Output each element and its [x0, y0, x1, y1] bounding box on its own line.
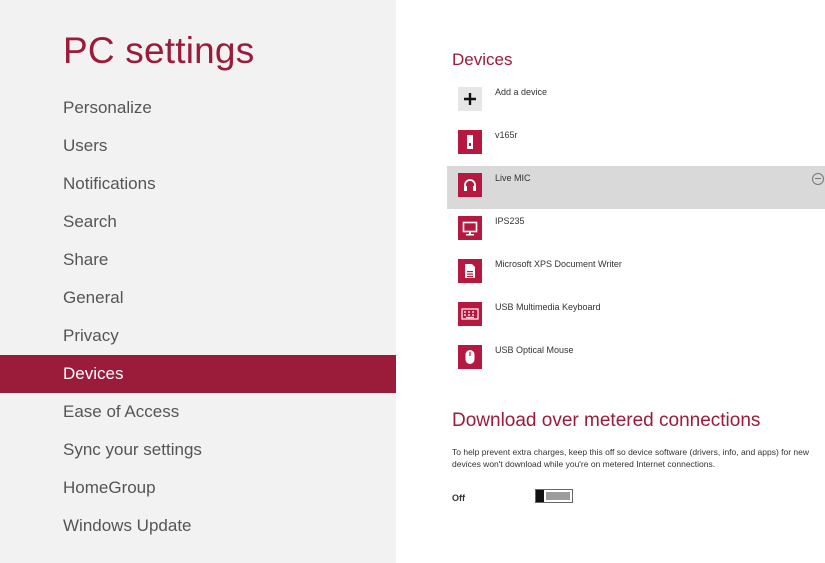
device-label: Live MIC	[495, 173, 531, 183]
metered-toggle-label: Off	[452, 493, 465, 503]
settings-nav-list: Personalize Users Notifications Search S…	[0, 89, 396, 545]
nav-item-privacy[interactable]: Privacy	[0, 317, 396, 355]
devices-section-title: Devices	[452, 50, 513, 69]
device-label: Add a device	[495, 87, 548, 97]
device-item-usb-mouse[interactable]: USB Optical Mouse	[452, 338, 825, 381]
nav-item-users[interactable]: Users	[0, 127, 396, 165]
nav-item-sync-settings[interactable]: Sync your settings	[0, 431, 396, 469]
nav-item-windows-update[interactable]: Windows Update	[0, 507, 396, 545]
nav-item-homegroup[interactable]: HomeGroup	[0, 469, 396, 507]
metered-download-toggle[interactable]	[535, 489, 573, 503]
plus-icon	[458, 87, 482, 111]
mouse-icon	[458, 345, 482, 369]
remove-device-icon[interactable]	[812, 173, 824, 185]
settings-nav-pane: PC settings Personalize Users Notificati…	[0, 0, 396, 563]
device-item-xps-writer[interactable]: Microsoft XPS Document Writer	[452, 252, 825, 295]
device-item-live-mic[interactable]: Live MIC	[447, 166, 825, 209]
keyboard-icon	[458, 302, 482, 326]
device-label: USB Optical Mouse	[495, 345, 574, 355]
nav-item-notifications[interactable]: Notifications	[0, 165, 396, 203]
metered-section-title: Download over metered connections	[452, 410, 761, 431]
monitor-icon	[458, 216, 482, 240]
headset-icon	[458, 173, 482, 197]
device-item-usb-keyboard[interactable]: USB Multimedia Keyboard	[452, 295, 825, 338]
device-list: Add a device v165r Live MIC IPS235 Micro…	[447, 80, 825, 381]
toggle-thumb[interactable]	[536, 490, 544, 502]
nav-item-personalize[interactable]: Personalize	[0, 89, 396, 127]
nav-item-devices[interactable]: Devices	[0, 355, 396, 393]
metered-description: To help prevent extra charges, keep this…	[452, 447, 810, 469]
device-item-ips235[interactable]: IPS235	[452, 209, 825, 252]
add-device-button[interactable]: Add a device	[452, 80, 825, 123]
device-label: USB Multimedia Keyboard	[495, 302, 601, 312]
nav-item-share[interactable]: Share	[0, 241, 396, 279]
nav-item-search[interactable]: Search	[0, 203, 396, 241]
drive-icon	[458, 130, 482, 154]
devices-content-pane: Devices Add a device v165r Live MIC IPS2…	[396, 0, 825, 563]
page-title: PC settings	[63, 30, 255, 71]
device-label: IPS235	[495, 216, 525, 226]
device-label: v165r	[495, 130, 518, 140]
nav-item-general[interactable]: General	[0, 279, 396, 317]
device-label: Microsoft XPS Document Writer	[495, 259, 622, 269]
device-item-v165r[interactable]: v165r	[452, 123, 825, 166]
printer-icon	[458, 259, 482, 283]
toggle-track	[546, 492, 570, 500]
nav-item-ease-of-access[interactable]: Ease of Access	[0, 393, 396, 431]
